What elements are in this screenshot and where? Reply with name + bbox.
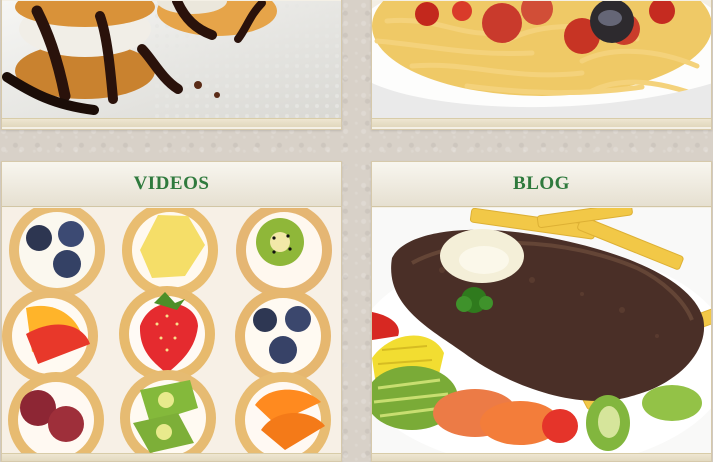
card-footer bbox=[372, 118, 711, 127]
blog-title[interactable]: BLOG bbox=[372, 162, 711, 207]
card-footer bbox=[372, 453, 711, 461]
fruit-tarts-image[interactable] bbox=[2, 208, 341, 453]
cream-puffs-chocolate-image[interactable] bbox=[2, 1, 341, 118]
card-footer bbox=[2, 453, 341, 461]
card-footer bbox=[2, 118, 341, 127]
videos-card[interactable]: VIDEOS bbox=[1, 161, 342, 462]
blog-card[interactable]: BLOG bbox=[371, 161, 712, 462]
videos-title[interactable]: VIDEOS bbox=[2, 162, 341, 207]
spaghetti-image[interactable] bbox=[372, 1, 711, 118]
menu-card-pasta[interactable] bbox=[371, 0, 712, 130]
menu-card-desserts[interactable] bbox=[1, 0, 342, 130]
steak-fries-image[interactable] bbox=[372, 208, 711, 453]
